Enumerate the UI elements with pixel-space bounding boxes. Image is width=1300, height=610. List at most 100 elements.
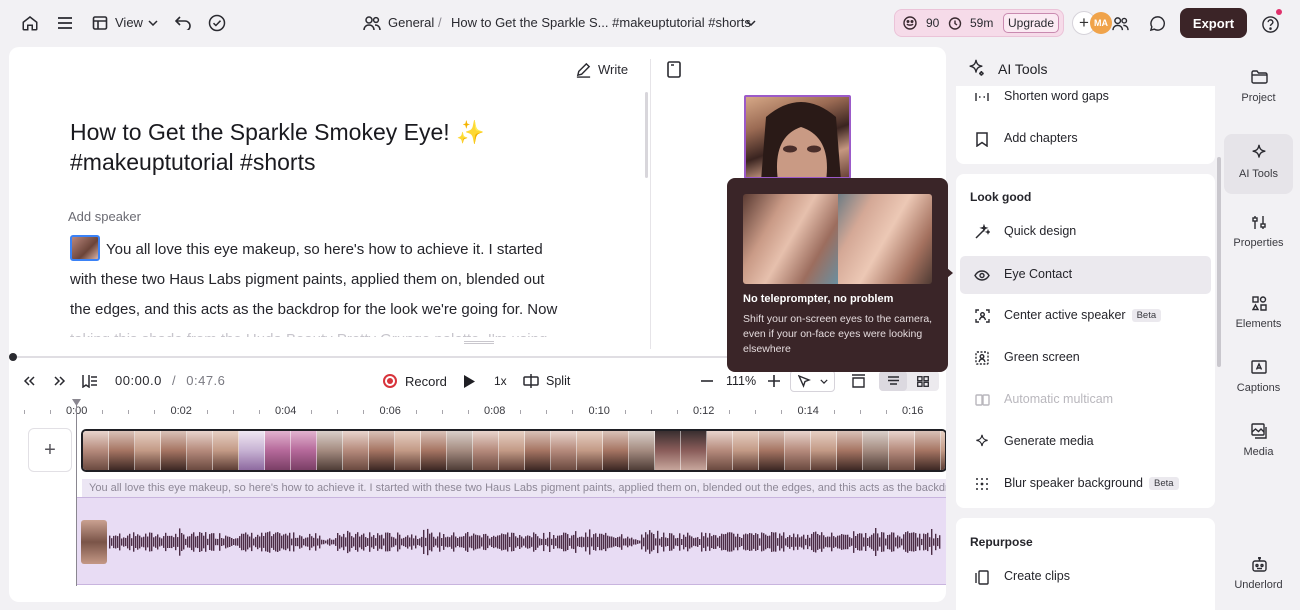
add-speaker-button[interactable]: Add speaker [68,209,141,224]
waveform-bar [525,536,527,548]
sidebar-item-project[interactable]: Project [1224,58,1293,118]
split-icon[interactable] [522,372,540,390]
sidebar-item-underlord[interactable]: Underlord [1224,545,1293,605]
ruler-tick [624,410,626,414]
blur-speaker-background-item[interactable]: Blur speaker background Beta [960,465,1211,503]
timeline-ruler[interactable]: 0:000:020:040:060:080:100:120:140:16 [9,402,946,422]
comment-icon[interactable] [1147,13,1167,33]
media-icon [1250,422,1268,440]
split-button[interactable]: Split [546,374,570,388]
export-button[interactable]: Export [1180,8,1247,38]
view-menu-label[interactable]: View [115,15,143,30]
create-clips-item[interactable]: Create clips [960,558,1211,596]
record-icon[interactable] [383,374,397,388]
zoom-level[interactable]: 111% [726,374,756,388]
timeline-view-option[interactable] [879,371,907,391]
layout-icon[interactable] [849,372,867,390]
record-button[interactable]: Record [405,374,447,389]
workspace-name[interactable]: General [388,15,434,30]
caption-track[interactable]: You all love this eye makeup, so here's … [82,479,946,497]
waveform-bar [589,529,591,555]
grid-view-icon[interactable] [916,375,930,387]
transcript-line[interactable]: taking this shade from the Huda Beauty P… [70,325,610,337]
waveform-bar [119,533,121,551]
shorten-word-gaps-item[interactable]: Shorten word gaps [960,78,1211,116]
menu-icon[interactable] [55,13,75,33]
sidebar-item-media[interactable]: Media [1224,412,1293,472]
waveform-bar [223,538,225,546]
waveform-bar [365,537,367,547]
project-chevron-down-icon[interactable] [744,16,758,30]
waveform-bar [723,534,725,550]
waveform-bar [873,533,875,551]
skip-back-icon[interactable] [21,373,37,389]
video-preview[interactable] [744,95,851,179]
ai-panel-scrollbar[interactable] [1217,157,1221,367]
waveform-bar [797,534,799,550]
scene-thumbnail[interactable] [70,235,100,261]
transcript-line[interactable]: with these two Haus Labs pigment paints,… [70,265,610,295]
write-button[interactable]: Write [598,62,628,77]
video-track[interactable] [81,429,946,472]
write-icon[interactable] [574,60,592,78]
transcript-line[interactable]: You all love this eye makeup, so here's … [70,235,610,265]
eye-contact-item[interactable]: Eye Contact [960,256,1211,294]
sparkle-icon [1250,144,1268,162]
waveform-bar [637,540,639,544]
home-icon[interactable] [20,13,40,33]
undo-icon[interactable] [173,13,193,33]
chapters-list-icon[interactable] [81,372,99,390]
ruler-tick [572,410,574,414]
center-active-speaker-item[interactable]: Center active speaker Beta [960,297,1211,335]
aspect-ratio-icon[interactable] [665,60,683,78]
waveform-bar [139,535,141,549]
zoom-out-icon[interactable] [699,373,715,389]
upgrade-button[interactable]: Upgrade [1003,13,1059,33]
zoom-in-icon[interactable] [766,373,782,389]
ruler-tick [206,410,208,414]
waveform-bar [533,532,535,552]
add-track-button[interactable]: + [28,428,72,472]
quick-design-item[interactable]: Quick design [960,213,1211,251]
ruler-tick [24,410,25,414]
transcript-scrollbar[interactable] [645,92,648,178]
playback-speed[interactable]: 1x [494,374,507,388]
sidebar-item-ai-tools[interactable]: AI Tools [1224,134,1293,194]
sidebar-item-captions[interactable]: Captions [1224,348,1293,408]
collaborators-icon[interactable] [1110,13,1130,33]
green-screen-item[interactable]: Green screen [960,339,1211,377]
avatar[interactable]: MA [1090,12,1112,34]
waveform-bar [925,534,927,550]
skip-forward-icon[interactable] [52,373,68,389]
sidebar-item-elements[interactable]: Elements [1224,284,1293,344]
document-title[interactable]: How to Get the Sparkle Smokey Eye! ✨ #ma… [70,117,540,177]
project-title[interactable]: How to Get the Sparkle S... #makeuptutor… [451,15,751,30]
audio-track[interactable] [77,497,946,585]
ruler-tick [676,410,678,414]
video-frame [499,431,525,470]
automatic-multicam-item[interactable]: Automatic multicam [960,381,1211,419]
waveform-bar [417,539,419,546]
ruler-tick [650,410,652,414]
waveform-bar [217,538,219,546]
waveform [109,528,941,556]
waveform-bar [247,534,249,550]
saved-check-icon[interactable] [207,13,227,33]
view-mode-toggle[interactable] [879,371,939,391]
help-icon[interactable] [1259,13,1281,35]
chevron-down-icon[interactable] [146,16,160,30]
generate-media-item[interactable]: Generate media [960,423,1211,461]
waveform-bar [201,532,203,552]
ruler-tick [781,410,783,414]
add-chapters-item[interactable]: Add chapters [960,120,1211,158]
transcript-text[interactable]: You all love this eye makeup, so here's … [70,235,610,337]
waveform-bar [389,533,391,552]
credits-badge[interactable]: 90 59m Upgrade [894,9,1064,37]
sidebar-item-properties[interactable]: Properties [1224,203,1293,263]
transcript-line[interactable]: the edges, and this acts as the backdrop… [70,295,610,325]
resize-handle[interactable] [464,341,494,344]
play-icon[interactable] [461,373,477,389]
scrub-handle[interactable] [9,353,17,361]
select-tool-button[interactable] [790,370,835,392]
view-layout-icon[interactable] [90,13,110,33]
